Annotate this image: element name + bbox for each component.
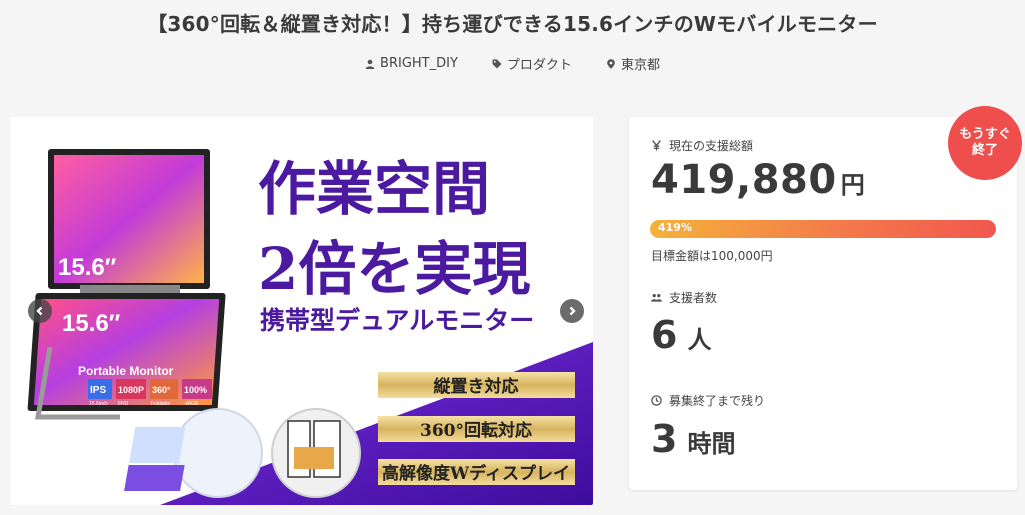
spec-badge-2: 360° xyxy=(152,385,171,395)
project-title: 【360°回転＆縦置き対応！】持ち運びできる15.6インチのWモバイルモニター xyxy=(147,12,878,36)
chevron-right-icon xyxy=(569,306,576,316)
spec-caption-3: sRGB xyxy=(185,401,199,407)
owner-link[interactable]: BRIGHT_DIY xyxy=(365,54,458,73)
progress-text: 419% xyxy=(658,221,692,234)
backers-label-row: 支援者数 xyxy=(651,289,717,306)
amount-unit: 円 xyxy=(840,171,866,199)
feature-3: 高解像度Wディスプレイ xyxy=(382,463,570,484)
thumb-rotate xyxy=(173,408,263,498)
device-label: Portable Monitor xyxy=(78,364,174,378)
screen-size-top: 15.6″ xyxy=(58,254,117,281)
hinge xyxy=(80,285,180,293)
remaining-unit: 時間 xyxy=(687,430,736,458)
carousel-next-button[interactable] xyxy=(560,299,584,323)
user-icon xyxy=(365,59,375,69)
feature-2: 360°回転対応 xyxy=(420,420,532,441)
clock-icon xyxy=(651,395,662,406)
amount-label-row: 現在の支援総額 xyxy=(651,137,753,154)
yen-icon xyxy=(652,140,661,151)
project-meta: BRIGHT_DIY プロダクト 東京都 xyxy=(0,54,1025,73)
amount-value: 419,880 xyxy=(651,157,837,203)
remaining-time: 3 時間 xyxy=(651,417,735,461)
spec-badge-0: IPS xyxy=(90,385,106,396)
headline-2: 2倍を実現 xyxy=(258,235,530,303)
backers-label: 支援者数 xyxy=(669,291,718,305)
spec-badge-3: 100% xyxy=(184,385,207,395)
subheadline: 携帯型デュアルモニター xyxy=(260,306,534,335)
spec-caption-0: 15.6inch xyxy=(89,401,108,407)
remaining-label: 募集終了まで残り xyxy=(669,394,766,408)
screen-size-bottom: 15.6″ xyxy=(62,310,121,337)
goal-amount: 目標金額は100,000円 xyxy=(651,249,773,263)
hero-carousel[interactable]: 15.6″ 15.6″ Portable Monitor IPS 15.6inc… xyxy=(10,117,593,505)
chevron-left-icon xyxy=(36,306,43,316)
badge-line-2: 終了 xyxy=(971,143,998,158)
remaining-value: 3 xyxy=(651,417,678,461)
spec-badge-1: 1080P xyxy=(118,385,144,395)
location-label: 東京都 xyxy=(620,58,660,73)
backers-unit: 人 xyxy=(687,326,712,354)
backers-count: 6人 xyxy=(651,313,711,357)
funding-panel: 現在の支援総額 419,880 円 419% 目標金額は100,000円 支援者数… xyxy=(629,117,1017,490)
badge-line-1: もうすぐ xyxy=(959,127,1011,142)
owner-name: BRIGHT_DIY xyxy=(380,56,458,71)
tag-icon xyxy=(492,59,502,68)
feature-1: 縦置き対応 xyxy=(434,376,519,397)
carousel-prev-button[interactable] xyxy=(28,299,52,323)
ending-soon-badge: もうすぐ 終了 xyxy=(948,106,1022,180)
category-label: プロダクト xyxy=(506,58,572,73)
backers-value: 6 xyxy=(651,313,678,357)
progress-bar: 419% xyxy=(650,220,996,238)
spec-caption-1: FHD xyxy=(118,401,129,407)
amount-label: 現在の支援総額 xyxy=(669,139,754,153)
headline-1: 作業空間 xyxy=(258,155,490,223)
spec-caption-2: Foldable xyxy=(151,401,170,407)
location-pin-icon xyxy=(607,58,615,69)
remaining-label-row: 募集終了まで残り xyxy=(651,392,765,409)
group-icon xyxy=(651,294,662,302)
monitor-top: 15.6″ xyxy=(48,149,210,289)
hero-image: 15.6″ 15.6″ Portable Monitor IPS 15.6inc… xyxy=(27,149,593,505)
location-link[interactable]: 東京都 xyxy=(606,54,660,73)
total-amount: 419,880 円 xyxy=(651,157,865,203)
category-link[interactable]: プロダクト xyxy=(492,54,572,73)
monitor-bottom: 15.6″ Portable Monitor IPS 15.6inch 1080… xyxy=(27,293,226,411)
